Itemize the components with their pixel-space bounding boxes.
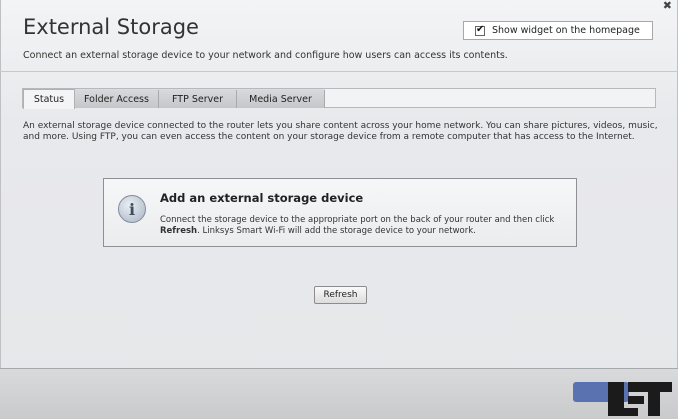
page-title: External Storage [23,15,199,39]
show-widget-checkbox[interactable]: ✔ [475,23,485,36]
intro-text: An external storage device connected to … [23,121,658,142]
checkmark-icon: ✔ [476,23,485,35]
info-text-after: . Linksys Smart Wi-Fi will add the stora… [197,226,476,236]
close-icon[interactable]: ✖ [663,0,672,12]
dialog-border-left [0,0,1,418]
tab-bar-filler [325,89,655,107]
info-text: Connect the storage device to the approp… [160,215,560,237]
watermark-logo [608,382,672,416]
header-divider [0,71,678,72]
page-subtitle: Connect an external storage device to yo… [23,50,508,61]
info-heading: Add an external storage device [160,191,364,205]
tab-bar: Status Folder Access FTP Server Media Se… [22,88,656,109]
show-widget-label: Show widget on the homepage [492,25,640,36]
refresh-button[interactable]: Refresh [314,286,367,304]
tab-status[interactable]: Status [23,89,75,109]
tab-folder-access[interactable]: Folder Access [75,90,159,108]
tab-ftp-server[interactable]: FTP Server [159,90,237,108]
show-widget-toggle[interactable]: ✔ Show widget on the homepage [463,21,653,40]
external-storage-dialog: ✖ External Storage Connect an external s… [0,0,678,419]
info-icon: i [118,195,146,223]
info-text-before: Connect the storage device to the approp… [160,215,555,225]
info-text-refresh: Refresh [160,226,198,236]
add-storage-info-box: i Add an external storage device Connect… [103,178,577,247]
tab-media-server[interactable]: Media Server [237,90,325,108]
